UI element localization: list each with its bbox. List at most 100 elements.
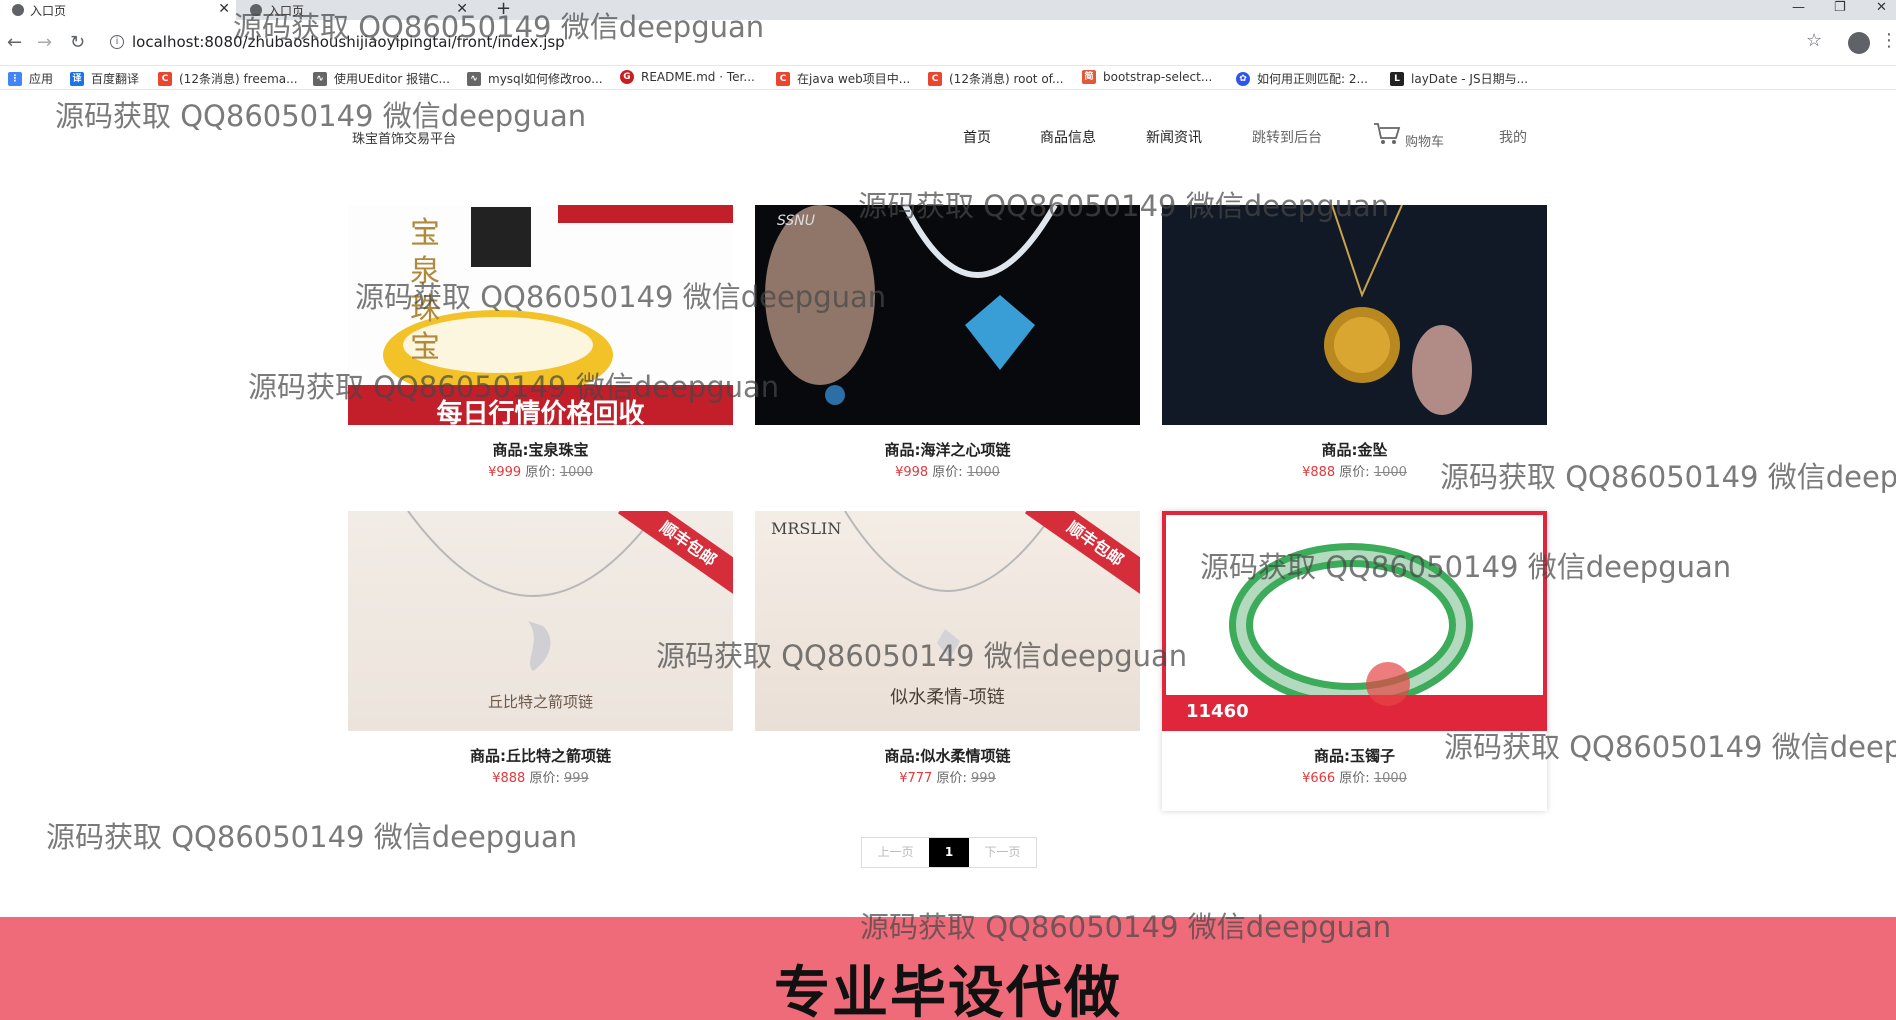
nav-admin[interactable]: 跳转到后台 (1252, 127, 1322, 147)
nav-products[interactable]: 商品信息 (1040, 127, 1096, 147)
current-price: ¥999 (488, 465, 522, 480)
current-price: ¥888 (1302, 465, 1336, 480)
image-caption: 似水柔情-项链 (890, 687, 1005, 708)
bookmark-item[interactable]: 译 百度翻译 (70, 70, 139, 87)
orig-price-label: 原价: (932, 465, 963, 480)
product-card[interactable]: 顺丰包邮 丘比特之箭项链 商品:丘比特之箭项链 ¥888 原价: 999 (348, 511, 733, 811)
reload-icon[interactable]: ↻ (70, 32, 85, 53)
info-icon[interactable]: i (110, 35, 124, 49)
nav-cart[interactable]: 购物车 (1405, 131, 1444, 150)
current-price: ¥888 (492, 771, 526, 786)
product-card[interactable]: 商品:金坠 ¥888 原价: 1000 (1162, 205, 1547, 505)
bookmark-item[interactable]: 简 bootstrap-select... (1082, 70, 1212, 84)
product-name[interactable]: 商品:海洋之心项链 (755, 439, 1140, 460)
product-image[interactable] (1162, 205, 1547, 425)
nav-mine[interactable]: 我的 (1499, 127, 1527, 147)
product-image[interactable]: 顺丰包邮 丘比特之箭项链 (348, 511, 733, 731)
necklace-image (755, 205, 1140, 425)
bookmark-label: 应用 (29, 72, 54, 86)
pagination: 上一页 1 下一页 (861, 837, 1037, 868)
apps-icon: ⋮ (8, 71, 22, 86)
product-name[interactable]: 商品:金坠 (1162, 439, 1547, 460)
svg-text:珠: 珠 (410, 292, 440, 327)
product-name[interactable]: 商品:似水柔情项链 (755, 745, 1140, 766)
gitee-icon: G (620, 70, 634, 84)
product-card[interactable]: 顺丰包邮 MRSLIN 似水柔情-项链 商品:似水柔情项链 ¥777 原价: 9… (755, 511, 1140, 811)
csdn-icon: C (776, 71, 790, 86)
bookmark-label: 使用UEditor 报错C... (334, 72, 450, 86)
svg-text:泉: 泉 (410, 254, 440, 289)
bookmark-item[interactable]: L layDate - JS日期与... (1390, 70, 1528, 87)
image-caption: SSNU (777, 213, 815, 229)
orig-price-label: 原价: (1339, 771, 1370, 786)
product-price: ¥666 原价: 1000 (1162, 767, 1547, 786)
bookmark-label: (12条消息) freema... (179, 72, 298, 86)
product-card[interactable]: SSNU 商品:海洋之心项链 ¥998 原价: 1000 (755, 205, 1140, 505)
browser-tab[interactable]: 入口页 ✕ (238, 0, 474, 20)
page: 入口页 ✕ 入口页 ✕ + — ❐ ✕ ← → ↻ i localhost:80… (0, 0, 1896, 1020)
prev-page-button[interactable]: 上一页 (862, 838, 929, 867)
product-price: ¥888 原价: 999 (348, 767, 733, 786)
product-name[interactable]: 商品:宝泉珠宝 (348, 439, 733, 460)
forward-icon[interactable]: → (37, 32, 52, 53)
orig-price-label: 原价: (1339, 465, 1370, 480)
product-card[interactable]: 宝 泉 珠 宝 每日行情价格回收 商品:宝泉珠宝 ¥999 原价: 1000 (348, 205, 733, 505)
orig-price: 999 (563, 771, 589, 786)
product-image[interactable]: SSNU (755, 205, 1140, 425)
image-caption: 每日行情价格回收 (436, 399, 645, 425)
watermark: 源码获取 QQ86050149 微信deepguan (46, 820, 578, 854)
new-tab-icon[interactable]: + (496, 0, 511, 19)
bracelet-image: 宝 泉 珠 宝 (348, 205, 733, 425)
watermark: 源码获取 QQ86050149 微信deepguan (55, 99, 587, 133)
bookmark-item[interactable]: C (12条消息) root of... (928, 70, 1063, 87)
profile-icon[interactable] (1848, 32, 1870, 54)
bookmark-item[interactable]: ∿ 使用UEditor 报错C... (313, 70, 450, 87)
minimize-icon[interactable]: — (1792, 0, 1805, 15)
bookmark-label: README.md · Ter... (641, 70, 755, 84)
orig-price-label: 原价: (936, 771, 967, 786)
cursor-highlight (1366, 662, 1410, 706)
bookmark-item[interactable]: C (12条消息) freema... (158, 70, 298, 87)
restore-icon[interactable]: ❐ (1834, 0, 1846, 15)
bookmark-label: (12条消息) root of... (949, 72, 1064, 86)
bottom-banner-text: 专业毕设代做 (774, 961, 1122, 1020)
bookmark-item[interactable]: C 在java web项目中... (776, 70, 910, 87)
back-icon[interactable]: ← (7, 32, 22, 53)
bookmark-item[interactable]: ✿ 如何用正则匹配: 2... (1236, 70, 1368, 87)
bookmark-item[interactable]: ∿ mysql如何修改roo... (467, 70, 603, 87)
bookmark-label: mysql如何修改roo... (488, 72, 603, 86)
browser-tabbar: 入口页 ✕ 入口页 ✕ + — ❐ ✕ (0, 0, 1896, 20)
product-card[interactable]: 11460 商品:玉镯子 ¥666 原价: 1000 (1162, 511, 1547, 811)
close-icon[interactable]: ✕ (218, 1, 230, 17)
product-name[interactable]: 商品:丘比特之箭项链 (348, 745, 733, 766)
menu-icon[interactable]: ⋮ (1880, 30, 1896, 51)
product-image[interactable]: 宝 泉 珠 宝 每日行情价格回收 (348, 205, 733, 425)
translate-icon: 译 (70, 71, 84, 86)
product-price: ¥998 原价: 1000 (755, 461, 1140, 480)
product-name[interactable]: 商品:玉镯子 (1162, 745, 1547, 766)
bookmark-item[interactable]: G README.md · Ter... (620, 70, 755, 84)
address-bar: ← → ↻ i localhost:8080/zhubaoshoushijiao… (0, 20, 1896, 66)
close-window-icon[interactable]: ✕ (1876, 0, 1887, 15)
next-page-button[interactable]: 下一页 (969, 838, 1036, 867)
product-image[interactable]: 11460 (1162, 511, 1547, 731)
orig-price-label: 原价: (529, 771, 560, 786)
current-page-button[interactable]: 1 (929, 838, 969, 867)
link-icon: ∿ (467, 71, 481, 86)
globe-icon (250, 4, 262, 16)
browser-tab[interactable]: 入口页 ✕ (0, 0, 236, 20)
cart-icon[interactable] (1373, 122, 1401, 146)
product-image[interactable]: 顺丰包邮 MRSLIN 似水柔情-项链 (755, 511, 1140, 731)
bookmark-apps[interactable]: ⋮ 应用 (8, 70, 53, 87)
orig-price: 1000 (1373, 771, 1407, 786)
star-icon[interactable]: ☆ (1806, 30, 1822, 51)
close-icon[interactable]: ✕ (456, 1, 468, 17)
nav-news[interactable]: 新闻资讯 (1146, 127, 1202, 147)
product-price: ¥888 原价: 1000 (1162, 461, 1547, 480)
current-price: ¥777 (899, 771, 933, 786)
tab-title: 入口页 (268, 3, 305, 18)
site-title[interactable]: 珠宝首饰交易平台 (352, 128, 456, 147)
url-field[interactable]: localhost:8080/zhubaoshoushijiaoyipingta… (132, 33, 565, 51)
orig-price: 999 (970, 771, 996, 786)
nav-home[interactable]: 首页 (963, 127, 991, 147)
